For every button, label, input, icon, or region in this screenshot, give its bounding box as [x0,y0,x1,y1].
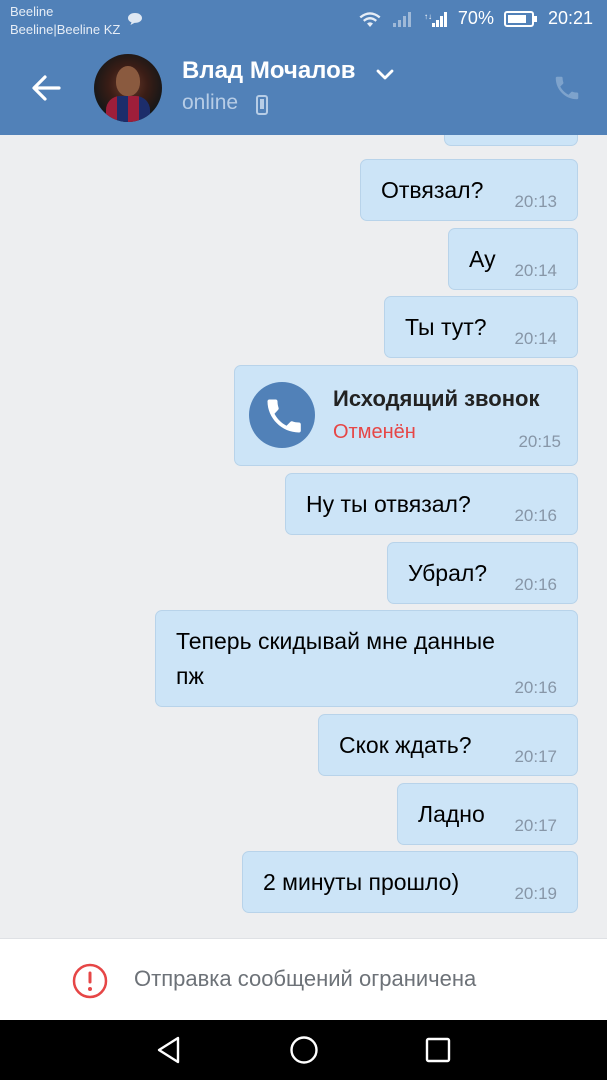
message-text: Теперь скидывай мне данные [176,628,495,654]
clock: 20:21 [547,8,593,28]
svg-text:↑↓: ↑↓ [424,12,432,21]
message-bubble[interactable]: 2 минуты прошло) 20:19 [242,851,578,913]
presence-status: online [182,91,239,114]
status-icons: ↑↓ 70% 20:21 [358,8,593,29]
message-text: Ладно [418,801,485,827]
outgoing-call-icon [249,382,315,448]
status-bar: Beeline Beeline|Beeline KZ ↑↓ 70% 20:21 [0,0,607,42]
messaging-restricted-banner: Отправка сообщений ограничена [0,938,607,1020]
message-text: Ну ты отвязал? [306,491,471,517]
battery-percent: 70% [457,8,494,28]
message-bubble[interactable]: Скок ждать? 20:17 [318,714,578,776]
message-time: 20:14 [514,329,557,348]
message-text: Убрал? [408,560,488,586]
message-time: 20:17 [514,747,557,766]
wifi-icon [358,10,382,28]
battery-icon [503,10,538,28]
message-bubble[interactable]: Ладно 20:17 [397,783,578,845]
message-text: 2 минуты прошло) [263,869,460,895]
message-time: 20:13 [514,192,557,211]
message-text-line2: пж [176,663,204,689]
call-title: Исходящий звонок [333,386,540,411]
nav-home-icon[interactable] [289,1035,319,1070]
call-status: Отменён [333,421,416,443]
message-time: 20:14 [514,261,557,280]
message-time: 20:19 [514,884,557,903]
message-bubble[interactable]: Ау 20:14 [448,228,578,290]
message-list[interactable]: Отвязал? 20:13 Ау 20:14 Ты тут? 20:14 Ис… [0,135,607,938]
back-button[interactable] [28,70,64,106]
message-time: 20:16 [514,678,557,697]
mobile-phone-icon [256,95,268,120]
signal-icon-sim1 [392,10,414,28]
nav-back-icon[interactable] [156,1036,182,1069]
carrier-secondary: Beeline|Beeline KZ [10,22,121,37]
message-notification-icon [127,12,143,31]
system-navigation-bar [0,1020,607,1080]
avatar[interactable] [94,54,162,122]
message-bubble[interactable]: Убрал? 20:16 [387,542,578,604]
contact-name[interactable]: Влад Мочалов [182,57,356,85]
phone-icon [555,76,579,100]
alert-icon [72,963,108,1004]
call-button[interactable] [552,73,582,108]
back-arrow-icon [32,75,61,101]
message-bubble[interactable]: Ты тут? 20:14 [384,296,578,358]
signal-icon-sim2: ↑↓ [424,10,448,28]
carrier-primary: Beeline [10,4,54,19]
message-time: 20:16 [514,506,557,525]
restriction-notice: Отправка сообщений ограничена [134,966,477,991]
chevron-down-icon[interactable] [375,68,395,87]
message-text: Отвязал? [381,177,484,203]
call-message-bubble[interactable]: Исходящий звонок Отменён 20:15 [234,365,578,466]
message-bubble[interactable]: Отвязал? 20:13 [360,159,578,221]
app-header: Beeline Beeline|Beeline KZ ↑↓ 70% 20:21 [0,0,607,135]
nav-recent-icon[interactable] [425,1037,451,1068]
message-time: 20:17 [514,816,557,835]
message-bubble-partial [444,135,578,146]
message-bubble[interactable]: Теперь скидывай мне данные пж 20:16 [155,610,578,707]
message-text: Скок ждать? [339,732,472,758]
message-text: Ау [469,246,496,272]
message-bubble[interactable]: Ну ты отвязал? 20:16 [285,473,578,535]
message-time: 20:16 [514,575,557,594]
message-time: 20:15 [518,432,561,451]
message-text: Ты тут? [405,314,487,340]
